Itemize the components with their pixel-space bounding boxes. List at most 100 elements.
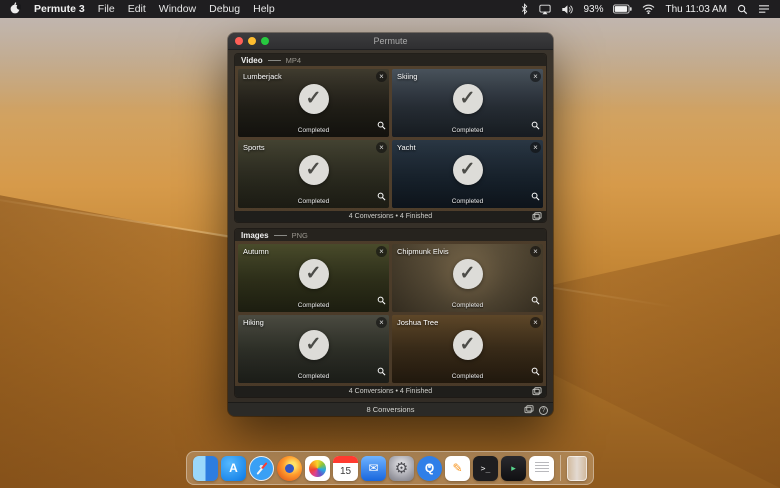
completed-check-icon: ✓ <box>452 258 483 289</box>
magnifier-icon[interactable] <box>531 292 540 310</box>
menu-window[interactable]: Window <box>159 3 196 15</box>
tile-title: Sports <box>243 143 265 152</box>
tile-hiking[interactable]: Hiking × ✓ Completed <box>238 315 389 383</box>
tile-status: Completed <box>297 302 330 309</box>
dock-firefox-icon[interactable] <box>277 455 302 481</box>
menu-app-name[interactable]: Permute 3 <box>34 3 85 15</box>
close-icon[interactable]: × <box>530 71 541 82</box>
tile-yacht[interactable]: Yacht × ✓ Completed <box>392 140 543 208</box>
statusbar-actions: ? <box>524 405 548 416</box>
completed-check-icon: ✓ <box>298 329 329 360</box>
reveal-in-finder-icon[interactable] <box>532 212 542 222</box>
tile-skiing[interactable]: Skiing × ✓ Completed <box>392 69 543 137</box>
tile-status: Completed <box>297 127 330 134</box>
tile-status: Completed <box>451 302 484 309</box>
section-title: Images <box>241 230 269 240</box>
menu-bar: Permute 3 File Edit Window Debug Help 93… <box>0 0 780 18</box>
window-title: Permute <box>373 36 408 46</box>
calendar-red-bar <box>333 455 358 463</box>
magnifier-icon[interactable] <box>377 363 386 381</box>
close-icon[interactable]: × <box>376 142 387 153</box>
calendar-day: 15 <box>339 466 352 477</box>
dock-app-store-icon[interactable]: A <box>221 455 246 481</box>
images-tiles-grid: Autumn × ✓ Completed Chipmunk Elvis × ✓ … <box>235 241 546 386</box>
section-format-badge[interactable]: MP4 <box>286 56 301 65</box>
tile-sports[interactable]: Sports × ✓ Completed <box>238 140 389 208</box>
completed-check-icon: ✓ <box>298 83 329 114</box>
section-images-footer: 4 Conversions • 4 Finished <box>235 386 546 397</box>
traffic-lights <box>235 37 269 45</box>
dock-quicktime-icon[interactable]: Q <box>417 455 442 481</box>
dock-terminal-icon[interactable]: >_ <box>473 455 498 481</box>
magnifier-icon[interactable] <box>377 188 386 206</box>
section-video: Video MP4 Lumberjack × ✓ Completed Skiin… <box>235 54 546 222</box>
wifi-icon[interactable] <box>642 4 655 14</box>
magnifier-icon[interactable] <box>531 117 540 135</box>
magnifier-icon[interactable] <box>531 363 540 381</box>
menu-help[interactable]: Help <box>253 3 275 15</box>
airplay-icon[interactable] <box>539 4 552 15</box>
close-icon[interactable]: × <box>530 142 541 153</box>
notification-center-icon[interactable] <box>758 4 770 14</box>
tile-chipmunk-elvis[interactable]: Chipmunk Elvis × ✓ Completed <box>392 244 543 312</box>
completed-check-icon: ✓ <box>452 83 483 114</box>
close-icon[interactable]: × <box>376 71 387 82</box>
window-titlebar[interactable]: Permute <box>228 33 553 50</box>
zoom-window-button[interactable] <box>261 37 269 45</box>
video-footer-summary: 4 Conversions • 4 Finished <box>348 213 433 220</box>
close-icon[interactable]: × <box>376 317 387 328</box>
menu-debug[interactable]: Debug <box>209 3 240 15</box>
menu-bar-status: 93% Thu 11:03 AM <box>520 3 770 15</box>
help-icon[interactable]: ? <box>539 406 548 415</box>
completed-check-icon: ✓ <box>298 154 329 185</box>
dark-app-glyph: ▸ <box>511 462 516 473</box>
stack-icon[interactable] <box>524 405 534 416</box>
dock-calendar-icon[interactable]: 15 <box>333 455 358 481</box>
magnifier-icon[interactable] <box>377 292 386 310</box>
tile-lumberjack[interactable]: Lumberjack × ✓ Completed <box>238 69 389 137</box>
section-format-badge[interactable]: PNG <box>292 231 308 240</box>
close-icon[interactable]: × <box>376 246 387 257</box>
section-divider-line <box>267 59 281 61</box>
tile-joshua-tree[interactable]: Joshua Tree × ✓ Completed <box>392 315 543 383</box>
video-tiles-grid: Lumberjack × ✓ Completed Skiing × ✓ Comp… <box>235 66 546 211</box>
permute-window: Permute Video MP4 Lumberjack × ✓ Complet… <box>228 33 553 416</box>
dock-textedit-icon[interactable] <box>529 455 554 481</box>
magnifier-icon[interactable] <box>377 117 386 135</box>
tile-title: Autumn <box>243 247 269 256</box>
menu-clock[interactable]: Thu 11:03 AM <box>665 4 727 15</box>
dock-pages-icon[interactable]: ✎ <box>445 455 470 481</box>
dock-divider <box>560 455 561 481</box>
section-divider-line <box>273 234 287 236</box>
tile-title: Hiking <box>243 318 264 327</box>
section-images-header[interactable]: Images PNG <box>235 229 546 241</box>
dock-trash-icon[interactable] <box>567 455 587 481</box>
tile-autumn[interactable]: Autumn × ✓ Completed <box>238 244 389 312</box>
dock-photos-icon[interactable] <box>305 455 330 481</box>
tile-title: Chipmunk Elvis <box>397 247 449 256</box>
minimize-window-button[interactable] <box>248 37 256 45</box>
mail-envelope-glyph: ✉ <box>368 461 379 475</box>
magnifier-icon[interactable] <box>531 188 540 206</box>
section-video-header[interactable]: Video MP4 <box>235 54 546 66</box>
tile-status: Completed <box>451 198 484 205</box>
close-window-button[interactable] <box>235 37 243 45</box>
tile-title: Joshua Tree <box>397 318 439 327</box>
dock-finder-icon[interactable] <box>193 455 218 481</box>
menu-file[interactable]: File <box>98 3 115 15</box>
dock-system-preferences-icon[interactable]: ⚙ <box>389 455 414 481</box>
close-icon[interactable]: × <box>530 317 541 328</box>
battery-icon[interactable] <box>613 4 633 14</box>
reveal-in-finder-icon[interactable] <box>532 387 542 397</box>
bluetooth-icon[interactable] <box>520 3 529 15</box>
tile-title: Lumberjack <box>243 72 282 81</box>
apple-menu-icon[interactable] <box>10 1 22 17</box>
app-store-glyph: A <box>229 461 238 475</box>
dock-mail-icon[interactable]: ✉ <box>361 455 386 481</box>
volume-icon[interactable] <box>561 4 574 15</box>
menu-edit[interactable]: Edit <box>128 3 146 15</box>
dock-safari-icon[interactable] <box>249 455 274 481</box>
dock-dark-app-icon[interactable]: ▸ <box>501 455 526 481</box>
close-icon[interactable]: × <box>530 246 541 257</box>
spotlight-icon[interactable] <box>737 4 748 15</box>
